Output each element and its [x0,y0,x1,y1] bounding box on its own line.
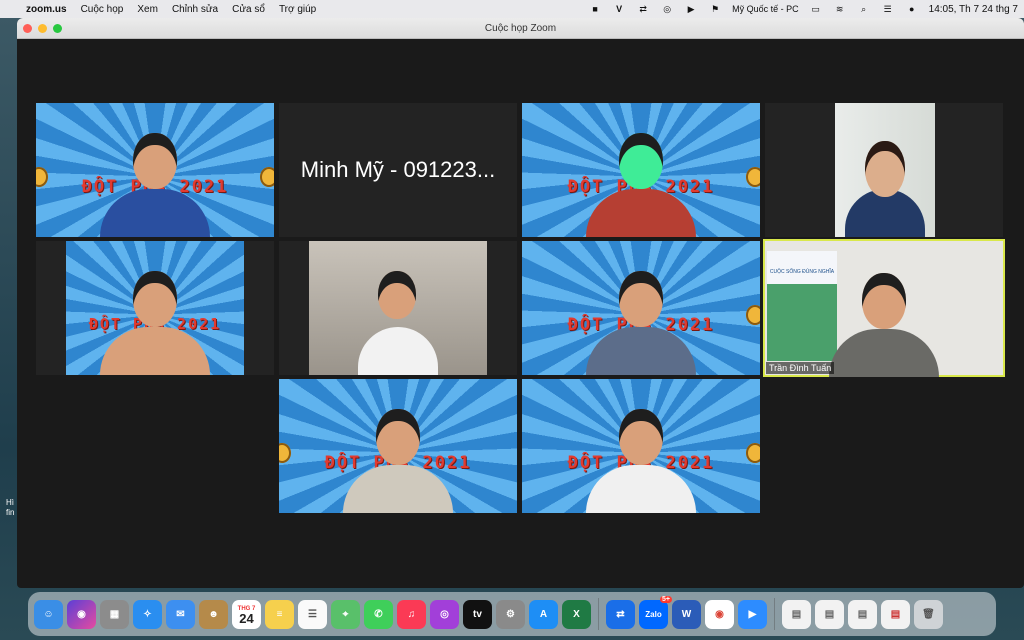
launchpad-icon[interactable]: ▦ [100,599,129,629]
document-thumbnail-icon[interactable]: ▤ [782,599,811,629]
participant-video [835,103,935,237]
participant-name: Minh Mỹ - 091223... [300,157,496,182]
teamviewer-icon[interactable]: ⇄ [636,4,650,15]
wifi-icon[interactable]: ≋ [833,4,847,15]
menu-app-name[interactable]: zoom.us [26,4,67,15]
document-thumbnail-icon[interactable]: ▤ [881,599,910,629]
trash-icon[interactable]: 🗑 [914,599,943,629]
desktop-text-line2: fin [6,508,15,517]
video-tile-6[interactable] [279,241,517,375]
ox-mascot-icon [746,167,760,188]
participant-name-label: Trần Đình Tuấn [766,362,835,374]
menu-item-chinh-sua[interactable]: Chỉnh sửa [172,4,218,15]
finder-icon[interactable]: ☺ [34,599,63,629]
video-tile-minh-my[interactable]: Minh Mỹ - 091223... [279,103,517,237]
search-icon[interactable]: ⌕ [857,4,871,15]
system-preferences-icon[interactable]: ⚙ [496,599,525,629]
window-titlebar[interactable]: Cuộc họp Zoom [17,18,1024,39]
siri-app-icon[interactable]: ◉ [67,599,96,629]
menu-item-cua-so[interactable]: Cửa sổ [232,4,265,15]
participant-video [100,119,210,237]
zalo-icon[interactable]: Zalo 5+ [639,595,672,629]
play-icon[interactable]: ▶ [684,4,698,15]
safari-icon[interactable]: ✧ [133,599,162,629]
document-thumbnail-icon[interactable]: ▤ [815,599,844,629]
reminders-icon[interactable]: ☰ [298,599,327,629]
control-center-icon[interactable]: ☰ [881,4,895,15]
calendar-day: 24 [239,611,254,626]
notification-badge: 5+ [660,595,672,603]
video-tile-3[interactable]: ĐỘT PHÁ 2021 [522,103,760,237]
video-tile-4[interactable] [765,103,1003,237]
menu-bar: zoom.us Cuộc họp Xem Chỉnh sửa Cửa sổ Tr… [0,0,1024,18]
desktop-text: Hì fin [6,498,14,518]
input-source-label[interactable]: Mỹ Quốc tế - PC [732,4,799,14]
excel-label: X [573,608,580,620]
zoom-window: Cuộc họp Zoom ĐỘT PHÁ 2021 Minh Mỹ - 091… [17,18,1024,588]
zalo-label: Zalo [645,609,662,619]
video-tile-5[interactable]: ĐỘT PHÁ 2021 [36,241,274,375]
chrome-icon[interactable]: ◉ [705,599,734,629]
music-icon[interactable]: ♫ [397,599,426,629]
desktop-text-line1: Hì [6,498,14,507]
menu-item-xem[interactable]: Xem [137,4,158,15]
video-tile-7[interactable]: ĐỘT PHÁ 2021 [522,241,760,375]
video-tile-10[interactable]: ĐỘT PHÁ 2021 [522,379,760,513]
dock-separator [598,598,599,630]
camera-icon[interactable]: ■ [588,4,602,15]
clock[interactable]: 14:05, Th 7 24 thg 7 [929,4,1018,15]
status-area: ■ V ⇄ ◎ ▶ ⚑ Mỹ Quốc tế - PC ▭ ≋ ⌕ ☰ ● 14… [588,4,1018,15]
notes-icon[interactable]: ≡ [265,599,294,629]
calendar-icon[interactable]: THG 7 24 [232,599,261,629]
contacts-icon[interactable]: ☻ [199,599,228,629]
zoom-app-icon[interactable]: ▶ [738,599,767,629]
dock-separator [774,598,775,630]
app-store-icon[interactable]: A [529,599,558,629]
v-icon[interactable]: V [612,4,626,15]
participant-video [309,241,487,375]
poster: CUỘC SỐNG ĐÚNG NGHĨA [767,251,837,361]
poster-text: CUỘC SỐNG ĐÚNG NGHĨA [769,269,835,275]
video-gallery: ĐỘT PHÁ 2021 Minh Mỹ - 091223... ĐỘT PHÁ… [17,38,1024,588]
mail-icon[interactable]: ✉ [166,599,195,629]
messages-icon[interactable]: ✆ [364,599,393,629]
ox-mascot-icon [746,305,760,326]
participant-video: ĐỘT PHÁ 2021 [66,241,244,375]
tv-label: tv [473,608,482,620]
menu-item-tro-giup[interactable]: Trợ giúp [279,4,316,15]
video-tile-1[interactable]: ĐỘT PHÁ 2021 [36,103,274,237]
word-icon[interactable]: W [672,599,701,629]
apple-tv-icon[interactable]: tv [463,599,492,629]
maps-icon[interactable]: ⌖ [331,599,360,629]
word-label: W [681,608,692,620]
document-thumbnail-icon[interactable]: ▤ [848,599,877,629]
video-tile-9[interactable]: ĐỘT PHÁ 2021 [279,379,517,513]
ox-mascot-icon [746,443,760,464]
siri-icon[interactable]: ● [905,4,919,15]
appstore-label: A [539,608,548,620]
video-tile-tran-dinh-tuan[interactable]: CUỘC SỐNG ĐÚNG NGHĨA Trần Đình Tuấn [763,239,1005,377]
ox-mascot-icon [260,167,274,188]
flag-icon[interactable]: ⚑ [708,4,722,15]
battery-icon[interactable]: ▭ [809,4,823,15]
participant-video [586,119,696,237]
window-title: Cuộc họp Zoom [484,22,557,34]
excel-icon[interactable]: X [562,599,591,629]
dock: ☺ ◉ ▦ ✧ ✉ ☻ THG 7 24 ≡ ☰ ⌖ ✆ ♫ ◎ tv ⚙ A … [28,592,996,636]
glasses-icon[interactable]: ◎ [660,4,674,15]
teamviewer-app-icon[interactable]: ⇄ [606,599,635,629]
podcasts-icon[interactable]: ◎ [430,599,459,629]
menu-item-cuoc-hop[interactable]: Cuộc họp [81,4,124,15]
